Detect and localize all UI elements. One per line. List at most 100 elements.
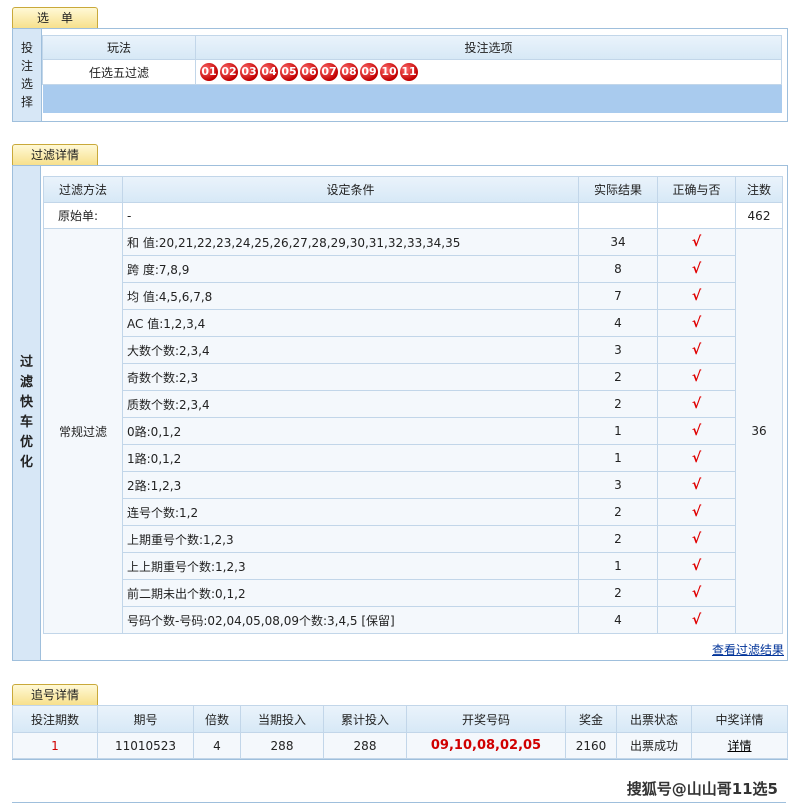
col-result: 实际结果	[578, 176, 658, 203]
check-mark-icon: √	[691, 423, 702, 439]
filter-result: 1	[578, 552, 658, 580]
check-mark-cell: √	[657, 390, 736, 418]
filter-condition: AC 值:1,2,3,4	[122, 309, 579, 337]
col-ticket-status: 出票状态	[616, 705, 692, 733]
filter-result: 7	[578, 282, 658, 310]
number-ball: 11	[400, 63, 418, 81]
filter-group-count: 36	[735, 228, 783, 634]
table-row: 1路:0,1,2 1 √	[43, 444, 783, 472]
check-mark-cell: √	[657, 282, 736, 310]
table-row: 1 11010523 4 288 288 09,10,08,02,05 2160…	[12, 732, 788, 759]
filter-condition: 均 值:4,5,6,7,8	[122, 282, 579, 310]
filter-condition: 2路:1,2,3	[122, 471, 579, 499]
play-type: 任选五过滤	[42, 59, 196, 85]
number-ball: 04	[260, 63, 278, 81]
check-mark-cell: √	[657, 444, 736, 472]
side-char: 过	[19, 355, 33, 370]
side-char: 滤	[19, 375, 33, 390]
check-mark-cell: √	[657, 417, 736, 445]
check-mark-icon: √	[691, 369, 702, 385]
filter-condition: 奇数个数:2,3	[122, 363, 579, 391]
filter-result: 2	[578, 390, 658, 418]
check-mark-cell: √	[657, 336, 736, 364]
check-mark-cell: √	[657, 255, 736, 283]
filter-side-label: 过 滤 快 车 优 化	[13, 166, 41, 660]
filter-group-label: 常规过滤	[43, 228, 123, 634]
filter-result: 8	[578, 255, 658, 283]
side-char: 选	[20, 77, 33, 91]
table-row: 上上期重号个数:1,2,3 1 √	[43, 552, 783, 580]
check-mark-icon: √	[691, 612, 702, 628]
col-count: 注数	[735, 176, 783, 203]
col-playtype: 玩法	[42, 35, 196, 60]
tracking-table: 投注期数 期号 倍数 当期投入 累计投入 开奖号码 奖金 出票状态 中奖详情 1…	[12, 705, 788, 759]
view-filter-result-link[interactable]: 查看过滤结果	[712, 641, 784, 658]
current-bet-value: 288	[240, 732, 324, 759]
check-mark-icon: √	[691, 261, 702, 277]
filter-condition: 1路:0,1,2	[122, 444, 579, 472]
check-mark-cell: √	[657, 363, 736, 391]
side-char: 投	[20, 41, 33, 55]
filter-condition: 连号个数:1,2	[122, 498, 579, 526]
filter-result: 34	[578, 228, 658, 256]
table-row: 上期重号个数:1,2,3 2 √	[43, 525, 783, 553]
col-current-bet: 当期投入	[240, 705, 324, 733]
bet-selection-table: 玩法 投注选项 任选五过滤 01 02 03 04 05 06 07 08 09 10 11	[42, 35, 782, 113]
check-mark-cell: √	[657, 498, 736, 526]
col-periods: 投注期数	[12, 705, 98, 733]
draw-numbers-value: 09,10,08,02,05	[406, 732, 566, 759]
check-mark-cell: √	[657, 579, 736, 607]
tab-menu: 选 单	[12, 7, 98, 28]
col-prize: 奖金	[565, 705, 617, 733]
check-mark-icon: √	[691, 477, 702, 493]
check-mark-cell: √	[657, 552, 736, 580]
filter-condition: 上期重号个数:1,2,3	[122, 525, 579, 553]
total-bet-value: 288	[323, 732, 407, 759]
filter-result: 4	[578, 309, 658, 337]
filter-result: 3	[578, 336, 658, 364]
col-condition: 设定条件	[122, 176, 579, 203]
filter-details-panel: 过 滤 快 车 优 化 过滤方法 设定条件 实际结果 正确与否 注数 原始单: …	[12, 165, 788, 661]
table-row: 前二期未出个数:0,1,2 2 √	[43, 579, 783, 607]
issue-value: 11010523	[97, 732, 194, 759]
check-mark-cell: √	[657, 525, 736, 553]
side-char: 注	[20, 59, 33, 73]
table-row: 号码个数-号码:02,04,05,08,09个数:3,4,5 [保留] 4 √	[43, 606, 783, 634]
table-row: 大数个数:2,3,4 3 √	[43, 336, 783, 364]
win-details-link[interactable]: 详情	[691, 732, 788, 759]
filter-condition: 跨 度:7,8,9	[122, 255, 579, 283]
table-row: 奇数个数:2,3 2 √	[43, 363, 783, 391]
check-mark-icon: √	[691, 558, 702, 574]
check-mark-cell: √	[657, 471, 736, 499]
col-total-bet: 累计投入	[323, 705, 407, 733]
check-mark-icon: √	[691, 585, 702, 601]
table-row: 2路:1,2,3 3 √	[43, 471, 783, 499]
filter-table: 过滤方法 设定条件 实际结果 正确与否 注数 原始单: - 462 常规过滤和 …	[43, 176, 783, 634]
table-row: 常规过滤和 值:20,21,22,23,24,25,26,27,28,29,30…	[43, 228, 783, 634]
bottom-divider	[12, 802, 786, 803]
number-ball: 08	[340, 63, 358, 81]
table-row: 跨 度:7,8,9 8 √	[43, 255, 783, 283]
check-mark-icon: √	[691, 315, 702, 331]
number-ball: 09	[360, 63, 378, 81]
number-ball: 07	[320, 63, 338, 81]
bet-selection-side-label: 投 注 选 择	[13, 29, 42, 121]
watermark: 搜狐号@山山哥11选5	[626, 780, 778, 798]
check-mark-icon: √	[691, 531, 702, 547]
check-mark-icon: √	[691, 504, 702, 520]
filter-result: 2	[578, 525, 658, 553]
filter-condition: 上上期重号个数:1,2,3	[122, 552, 579, 580]
side-char: 化	[19, 455, 33, 470]
col-win-details: 中奖详情	[691, 705, 788, 733]
check-mark-icon: √	[691, 450, 702, 466]
col-method: 过滤方法	[43, 176, 123, 203]
original-label: 原始单:	[43, 202, 123, 229]
tracking-details-panel: 投注期数 期号 倍数 当期投入 累计投入 开奖号码 奖金 出票状态 中奖详情 1…	[12, 705, 788, 760]
number-ball: 10	[380, 63, 398, 81]
table-row: 质数个数:2,3,4 2 √	[43, 390, 783, 418]
col-draw-numbers: 开奖号码	[406, 705, 566, 733]
filter-result: 3	[578, 471, 658, 499]
check-mark-cell: √	[657, 606, 736, 634]
side-char: 择	[20, 95, 33, 109]
side-char: 快	[19, 395, 33, 410]
